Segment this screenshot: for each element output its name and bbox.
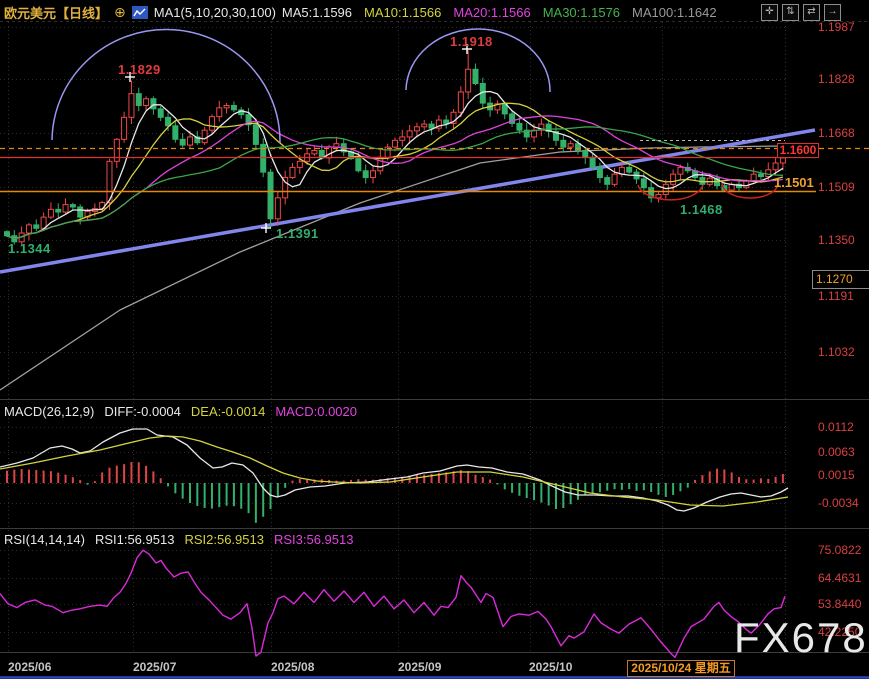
expand-icon[interactable]: ⊕: [114, 4, 126, 21]
crosshair-date-marker: 2025/10/24 星期五: [627, 660, 735, 677]
ma-value-label: MA10:1.1566: [364, 5, 441, 20]
price-axis-label: 1.1668: [818, 126, 855, 140]
macd-dea-value: DEA:-0.0014: [191, 404, 265, 419]
price-axis-label: 1.1987: [818, 20, 855, 34]
price-axis-label: 1.1032: [818, 345, 855, 359]
ma-settings-label: MA1(5,10,20,30,100): [154, 5, 276, 20]
support-price-marker: 1.1501: [774, 175, 814, 190]
ma-value-label: MA5:1.1596: [282, 5, 352, 20]
date-label: 2025/06: [8, 660, 51, 674]
date-label: 2025/08: [271, 660, 314, 674]
chart-canvas[interactable]: [0, 0, 869, 679]
chart-toolbar: ✛⇅⇄→: [761, 4, 841, 21]
rsi-axis-label: 53.8440: [818, 597, 861, 611]
ma-value-label: MA100:1.1642: [632, 5, 717, 20]
rsi-title: RSI(14,14,14): [4, 532, 85, 547]
macd-axis-label: 0.0063: [818, 445, 855, 459]
annotation-text: 1.1918: [450, 34, 493, 49]
price-axis-label: 1.1828: [818, 72, 855, 86]
rsi2-value: RSI2:56.9513: [184, 532, 264, 547]
rsi1-value: RSI1:56.9513: [95, 532, 175, 547]
price-axis-label: 1.1191: [818, 289, 854, 303]
rsi3-value: RSI3:56.9513: [274, 532, 354, 547]
annotation-text: 1.1391: [276, 226, 319, 241]
annotation-text: 1.1344: [8, 241, 51, 256]
price-axis-label: 1.1509: [818, 180, 855, 194]
macd-axis-label: 0.0015: [818, 468, 855, 482]
chart-header: 欧元美元【日线】 ⊕ MA1(5,10,20,30,100) MA5:1.159…: [4, 3, 717, 21]
symbol-name: 欧元美元: [4, 6, 56, 21]
trading-chart-window: 欧元美元【日线】 ⊕ MA1(5,10,20,30,100) MA5:1.159…: [0, 0, 869, 679]
period-label: 【日线】: [56, 6, 108, 21]
crosshair-price-marker: 1.1270: [812, 270, 869, 289]
macd-axis-label: -0.0034: [818, 496, 859, 510]
symbol-title: 欧元美元【日线】: [4, 3, 108, 22]
scale-y-axis-icon[interactable]: ⇅: [782, 4, 799, 21]
macd-title: MACD(26,12,9): [4, 404, 94, 419]
macd-diff-value: DIFF:-0.0004: [104, 404, 181, 419]
annotation-text: 1.1829: [118, 62, 161, 77]
go-to-end-icon[interactable]: →: [824, 4, 841, 21]
current-price-marker: 1.1600: [777, 143, 819, 158]
price-axis-label: 1.1350: [818, 233, 855, 247]
macd-axis-label: 0.0112: [818, 420, 854, 434]
date-label: 2025/10: [529, 660, 572, 674]
rsi-axis-label: 64.4631: [818, 571, 861, 585]
macd-header: MACD(26,12,9) DIFF:-0.0004 DEA:-0.0014 M…: [4, 404, 357, 419]
ma-values: MA5:1.1596 MA10:1.1566 MA20:1.1566 MA30:1.1…: [282, 5, 717, 20]
rsi-axis-label: 75.0822: [818, 543, 861, 557]
scale-x-axis-icon[interactable]: ⇄: [803, 4, 820, 21]
indicator-chart-icon[interactable]: [132, 6, 148, 19]
ma-value-label: MA30:1.1576: [543, 5, 620, 20]
fx678-watermark: FX678: [734, 614, 868, 662]
date-label: 2025/07: [133, 660, 176, 674]
ma-value-label: MA20:1.1566: [453, 5, 530, 20]
annotation-text: 1.1468: [680, 202, 723, 217]
move-chart-icon[interactable]: ✛: [761, 4, 778, 21]
macd-macd-value: MACD:0.0020: [275, 404, 357, 419]
date-label: 2025/09: [398, 660, 441, 674]
rsi-header: RSI(14,14,14) RSI1:56.9513 RSI2:56.9513 …: [4, 532, 353, 547]
